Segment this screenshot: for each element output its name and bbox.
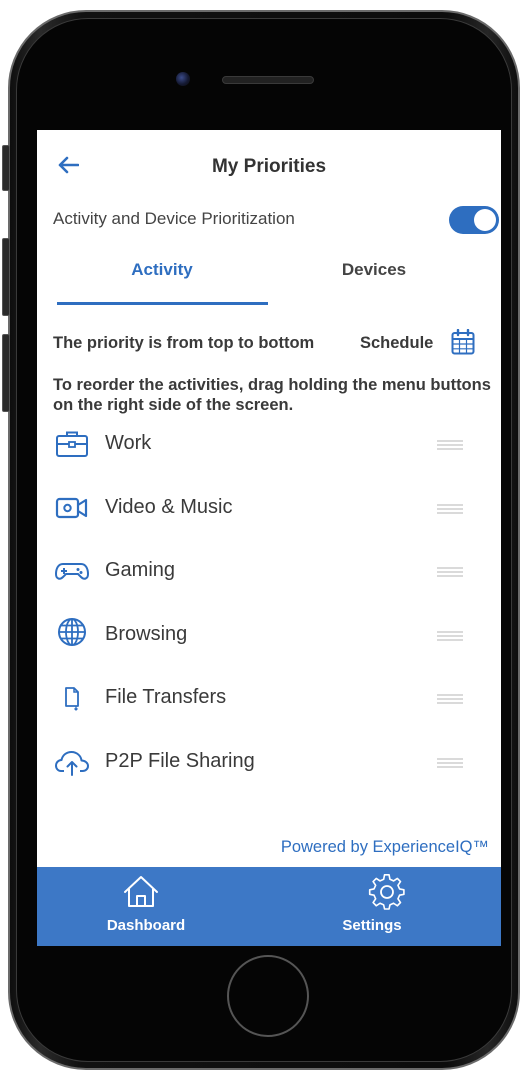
home-button[interactable] (227, 955, 309, 1037)
drag-handle-icon[interactable] (437, 694, 463, 705)
front-camera (176, 72, 190, 86)
nav-label: Settings (342, 917, 402, 934)
list-item[interactable]: Work (37, 420, 501, 484)
activity-label: Video & Music (105, 495, 233, 518)
powered-by-text: Powered by ExperienceIQ™ (280, 838, 489, 856)
activity-list: Work Video & Music Gaming Browsing File … (37, 420, 501, 802)
toggle-knob (474, 209, 496, 231)
activity-label: Work (105, 432, 152, 454)
schedule-link[interactable]: Schedule (360, 334, 433, 353)
cloud-upload-icon (55, 750, 89, 776)
list-item[interactable]: Browsing (37, 611, 501, 675)
drag-handle-icon[interactable] (437, 440, 463, 450)
reorder-instructions: To reorder the activities, drag holding … (53, 376, 491, 414)
prioritization-toggle-row: Activity and Device Prioritization (53, 206, 499, 234)
drag-handle-icon[interactable] (437, 758, 463, 768)
app-screen: My Priorities Activity and Device Priori… (37, 130, 501, 946)
list-item[interactable]: File Transfers (37, 674, 501, 738)
list-item[interactable]: P2P File Sharing (37, 738, 501, 802)
gamepad-icon (55, 563, 89, 580)
tab-activity[interactable]: Activity (57, 260, 267, 280)
activity-label: P2P File Sharing (105, 749, 255, 772)
page-title: My Priorities (211, 156, 327, 177)
list-item[interactable]: Video & Music (37, 484, 501, 548)
prioritization-toggle[interactable] (449, 206, 499, 234)
earpiece-speaker (222, 76, 314, 84)
gear-icon (368, 873, 405, 910)
mute-switch (2, 145, 10, 191)
activity-label: Gaming (105, 559, 176, 582)
drag-handle-icon[interactable] (437, 631, 463, 641)
video-camera-icon (55, 497, 88, 518)
volume-up-button (2, 238, 10, 316)
volume-down-button (2, 334, 10, 412)
globe-icon (58, 617, 86, 646)
briefcase-icon (56, 431, 88, 457)
nav-dashboard[interactable]: Dashboard (37, 867, 269, 946)
activity-label: File Transfers (105, 686, 227, 709)
home-icon (124, 876, 158, 907)
nav-label: Dashboard (106, 917, 186, 934)
drag-handle-icon[interactable] (437, 567, 463, 577)
drag-handle-icon[interactable] (437, 503, 463, 514)
tab-devices[interactable]: Devices (269, 260, 479, 280)
bottom-nav: Dashboard Settings (37, 867, 501, 946)
toggle-label: Activity and Device Prioritization (53, 209, 295, 228)
file-transfer-icon (65, 687, 79, 712)
activity-label: Browsing (105, 622, 188, 645)
nav-settings[interactable]: Settings (269, 867, 501, 946)
header: My Priorities (37, 130, 501, 202)
active-tab-indicator (57, 302, 268, 305)
calendar-icon[interactable] (451, 329, 475, 355)
priority-note: The priority is from top to bottom (53, 334, 315, 352)
list-item[interactable]: Gaming (37, 547, 501, 611)
